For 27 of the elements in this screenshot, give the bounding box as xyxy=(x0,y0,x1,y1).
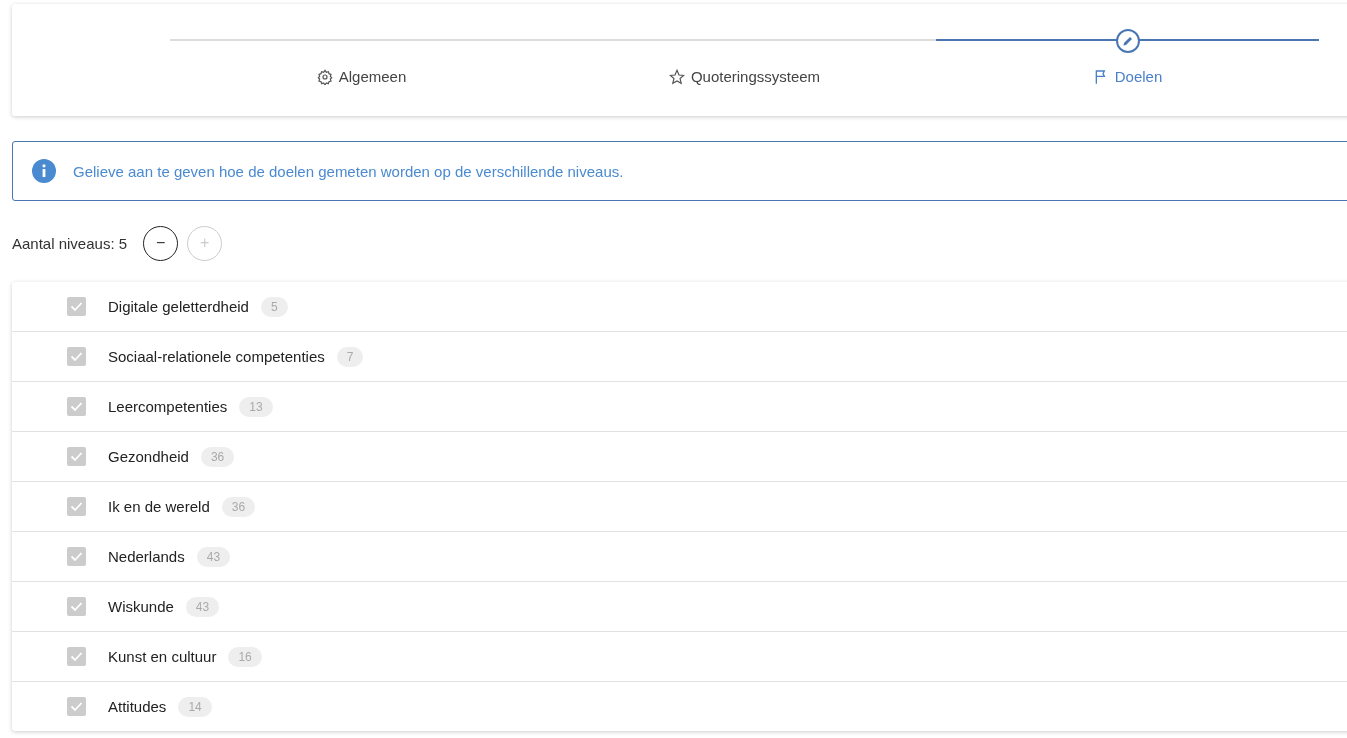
goal-name: Digitale geletterdheid xyxy=(108,298,249,315)
step-tab[interactable]: Quoteringssysteem xyxy=(662,67,827,86)
star-icon xyxy=(668,68,685,85)
goal-count: 43 xyxy=(185,596,220,617)
goal-count: 13 xyxy=(239,396,273,417)
goal-name: Ik en de wereld xyxy=(108,498,210,515)
goal-count: 36 xyxy=(221,496,256,517)
info-icon xyxy=(32,159,56,183)
step-tab[interactable]: Doelen xyxy=(1086,67,1169,86)
goal-name: Kunst en cultuur xyxy=(108,648,217,665)
goal-count: 16 xyxy=(228,646,262,667)
goal-count: 36 xyxy=(200,446,235,467)
goal-count: 5 xyxy=(260,296,288,317)
step-tab[interactable]: Algemeen xyxy=(310,67,413,86)
gear-icon xyxy=(316,68,333,85)
goal-count: 43 xyxy=(196,546,231,567)
goal-name: Sociaal-relationele competenties xyxy=(108,348,325,365)
minus-button[interactable]: − xyxy=(143,225,179,261)
info-text: Gelieve aan te geven hoe de doelen gemeten worden op de verschillende niveaus. xyxy=(73,162,624,180)
goal-count: 7 xyxy=(336,346,364,367)
goal-name: Wiskunde xyxy=(108,598,174,615)
goal-name: Leercompetenties xyxy=(108,398,228,415)
goal-count: 14 xyxy=(178,696,212,717)
goal-name: Attitudes xyxy=(108,698,167,715)
goal-name: Gezondheid xyxy=(108,448,189,465)
levels-label: Aantal niveaus: 5 xyxy=(12,234,128,252)
goal-name: Nederlands xyxy=(108,548,185,565)
